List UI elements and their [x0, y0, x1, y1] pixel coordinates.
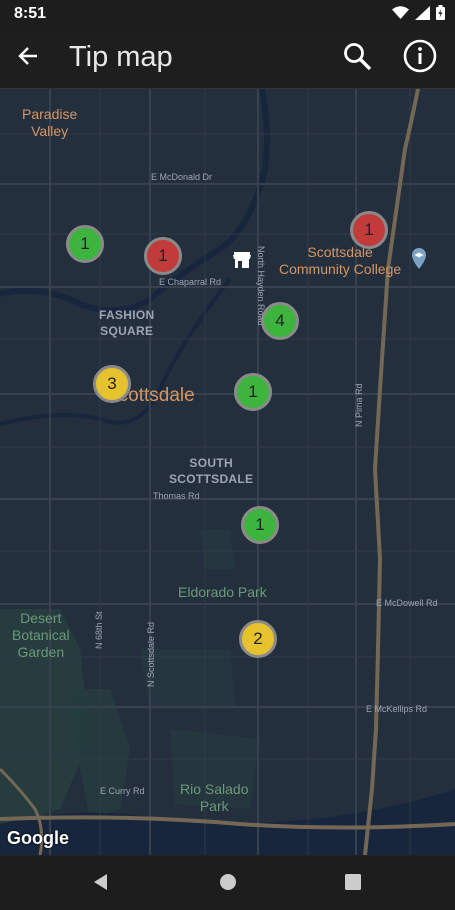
- road-label: Thomas Rd: [153, 491, 200, 501]
- triangle-back-icon: [92, 873, 108, 896]
- tip-cluster-marker[interactable]: 1: [350, 211, 388, 249]
- district-label: FASHION SQUARE: [99, 308, 155, 338]
- circle-home-icon: [219, 873, 237, 896]
- search-button[interactable]: [340, 41, 374, 75]
- wifi-icon: [392, 5, 409, 25]
- marker-count: 1: [158, 246, 168, 265]
- arrow-left-icon: [17, 45, 39, 72]
- nav-recents-button[interactable]: [341, 872, 365, 896]
- road-label: N Scottsdale Rd: [146, 621, 156, 687]
- tip-cluster-marker[interactable]: 1: [144, 237, 182, 275]
- nav-home-button[interactable]: [216, 872, 240, 896]
- area-label: Desert Botanical Garden: [12, 610, 70, 660]
- tip-cluster-marker[interactable]: 1: [241, 506, 279, 544]
- marker-count: 4: [275, 311, 285, 330]
- area-label: Rio Salado Park: [180, 781, 249, 814]
- signal-icon: [415, 5, 430, 25]
- area-label: Paradise Valley: [22, 106, 78, 139]
- road-label: E Chaparral Rd: [159, 277, 222, 287]
- back-button[interactable]: [12, 42, 44, 74]
- marker-count: 3: [107, 374, 117, 393]
- app-bar: Tip map: [0, 28, 455, 89]
- tip-cluster-marker[interactable]: 3: [93, 365, 131, 403]
- tip-cluster-marker[interactable]: 1: [234, 373, 272, 411]
- system-nav-bar: [0, 856, 455, 910]
- road-label: E Curry Rd: [100, 786, 145, 796]
- marker-count: 2: [253, 629, 263, 648]
- school-pin-icon[interactable]: [410, 247, 428, 274]
- square-recents-icon: [345, 873, 361, 895]
- road-label: E McDonald Dr: [151, 172, 213, 182]
- marker-count: 1: [248, 382, 258, 401]
- road-label: N Pima Rd: [354, 383, 364, 427]
- marker-count: 1: [255, 515, 265, 534]
- road-label: E McDowell Rd: [376, 598, 438, 608]
- tip-cluster-marker[interactable]: 4: [261, 302, 299, 340]
- status-time: 8:51: [14, 5, 47, 22]
- tip-cluster-marker[interactable]: 2: [239, 620, 277, 658]
- status-bar: 8:51: [0, 0, 455, 28]
- status-icons: [392, 5, 445, 25]
- road-label: E McKellips Rd: [366, 704, 428, 714]
- road-label: N 68th St: [94, 611, 104, 649]
- info-icon: [403, 39, 437, 78]
- tip-cluster-marker[interactable]: 1: [66, 225, 104, 263]
- nav-back-button[interactable]: [88, 872, 112, 896]
- area-label: Scottsdale Community College: [279, 244, 402, 277]
- area-label: Eldorado Park: [178, 584, 267, 600]
- search-icon: [342, 41, 372, 76]
- marker-count: 1: [364, 220, 374, 239]
- google-attribution[interactable]: Google: [7, 828, 69, 849]
- map-view[interactable]: Paradise Valley Scottsdale Community Colle…: [0, 89, 455, 855]
- page-title: Tip map: [69, 41, 173, 73]
- info-button[interactable]: [402, 39, 438, 78]
- marker-count: 1: [80, 234, 90, 253]
- district-label: SOUTH SCOTTSDALE: [169, 456, 254, 486]
- battery-icon: [436, 5, 445, 25]
- store-icon[interactable]: [232, 250, 252, 275]
